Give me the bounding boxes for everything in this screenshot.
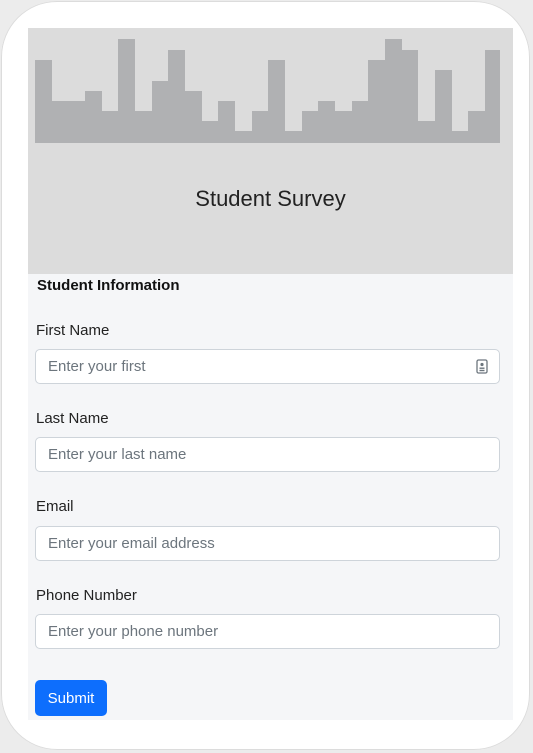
phone-number-label: Phone Number: [36, 587, 137, 604]
first-name-label: First Name: [36, 322, 110, 339]
first-name-input[interactable]: [35, 349, 500, 384]
phone-number-input[interactable]: [35, 614, 500, 649]
submit-button[interactable]: Submit: [35, 680, 107, 716]
city-skyline-banner: [35, 39, 500, 143]
last-name-label: Last Name: [36, 410, 109, 427]
contact-card-icon[interactable]: [476, 359, 488, 374]
device-frame: Student Survey Student Information First…: [1, 1, 530, 750]
email-label: Email: [36, 498, 74, 515]
email-input[interactable]: [35, 526, 500, 561]
page-title: Student Survey: [195, 186, 346, 211]
section-title: Student Information: [37, 277, 180, 294]
survey-header: Student Survey: [28, 28, 513, 274]
last-name-input[interactable]: [35, 437, 500, 472]
